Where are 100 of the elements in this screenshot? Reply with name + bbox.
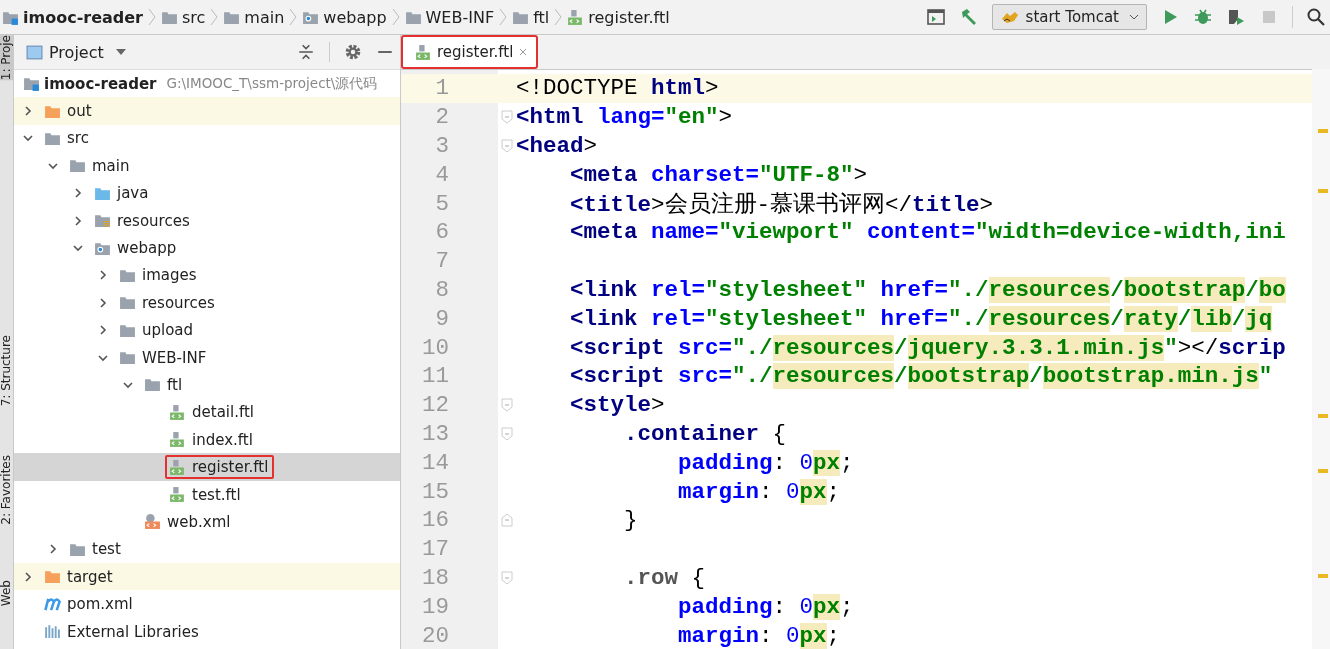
panel-title[interactable]: Project <box>49 42 104 62</box>
maven-file-icon <box>44 595 61 613</box>
code-line: <link rel="stylesheet" href="./resources/bootstrap/bo <box>569 276 1286 303</box>
folder-icon <box>119 349 136 367</box>
breadcrumb-item[interactable]: main <box>244 7 285 27</box>
search-icon[interactable] <box>1306 7 1326 27</box>
template-file-icon <box>169 458 186 476</box>
libraries-icon <box>44 623 61 640</box>
code-line: padding: 0px; <box>677 449 854 476</box>
code-line: } <box>623 507 638 534</box>
code-line: <!DOCTYPE html> <box>516 75 719 102</box>
code-line: .container { <box>623 420 787 447</box>
tree-item[interactable]: index.ftl <box>192 430 253 449</box>
line-number: 19 <box>421 593 449 620</box>
template-file-icon <box>415 43 432 61</box>
folder-icon <box>144 376 161 394</box>
tree-item[interactable]: detail.ftl <box>192 403 254 422</box>
code-line: <style> <box>569 392 665 419</box>
tree-item[interactable]: imooc-reader <box>44 74 157 93</box>
code-line: <script src="./resources/jquery.3.3.1.min.js"></scrip <box>569 334 1286 361</box>
tree-item[interactable]: target <box>67 567 113 586</box>
line-number: 20 <box>421 622 449 649</box>
breadcrumb-item[interactable]: register.ftl <box>588 7 670 27</box>
tree-item[interactable]: web.xml <box>167 512 231 531</box>
tree-item[interactable]: test <box>92 540 121 559</box>
tree-item[interactable]: test.ftl <box>192 485 241 504</box>
project-icon <box>26 43 43 61</box>
chevron-right-icon <box>499 7 508 27</box>
code-line: <html lang="en"> <box>516 104 733 131</box>
line-number: 10 <box>421 334 449 361</box>
code-line: <script src="./resources/bootstrap/bootstrap.min.js" <box>569 363 1273 390</box>
tree-item[interactable]: images <box>142 266 197 285</box>
tree-item[interactable]: ftl <box>167 376 183 394</box>
folder-icon <box>44 568 61 586</box>
template-file-icon <box>169 431 186 449</box>
code-line: <title>会员注册-慕课书评网</title> <box>569 190 994 220</box>
close-icon[interactable] <box>518 47 529 57</box>
breadcrumb-item[interactable]: imooc-reader <box>23 7 143 27</box>
line-number: 6 <box>434 219 449 246</box>
chevron-right-icon <box>289 7 298 27</box>
module-path: G:\IMOOC_T\ssm-project\源代码 <box>166 74 378 93</box>
chevron-right-icon <box>391 7 400 27</box>
breadcrumb-item[interactable]: webapp <box>323 7 387 27</box>
code-line: <link rel="stylesheet" href="./resources/raty/lib/jq <box>569 305 1273 332</box>
code-line: padding: 0px; <box>677 593 854 620</box>
resources-folder-icon <box>94 212 111 230</box>
fold-start-icon[interactable] <box>501 110 513 125</box>
code-line: <meta charset="UTF-8"> <box>569 161 868 188</box>
tree-item[interactable]: WEB-INF <box>142 348 207 367</box>
run-config-dropdown[interactable]: start Tomcat <box>991 4 1147 30</box>
tree-item[interactable]: pom.xml <box>67 595 133 614</box>
folder-icon <box>119 294 136 312</box>
template-file-icon <box>567 8 585 26</box>
chevron-right-icon <box>148 7 156 27</box>
breadcrumb-item[interactable]: ftl <box>533 7 550 27</box>
tree-item[interactable]: External Libraries <box>67 622 199 641</box>
editor-tab[interactable]: register.ftl <box>401 35 539 69</box>
code-line: margin: 0px; <box>677 478 841 505</box>
code-line: .row { <box>623 564 706 591</box>
tree-item[interactable]: upload <box>142 321 194 340</box>
line-number: 12 <box>421 392 449 419</box>
line-number: 17 <box>421 536 449 563</box>
coverage-icon[interactable] <box>1226 7 1246 27</box>
bug-icon[interactable] <box>1193 7 1213 27</box>
breadcrumb-item[interactable]: WEB-INF <box>425 7 495 27</box>
settings-icon[interactable] <box>344 43 362 61</box>
tree-item[interactable]: webapp <box>117 239 177 258</box>
line-number: 14 <box>421 449 449 476</box>
template-file-icon <box>169 403 186 421</box>
tree-item[interactable]: resources <box>142 293 215 312</box>
tree-item[interactable]: resources <box>117 211 190 230</box>
chevron-right-icon <box>554 7 563 27</box>
code-line: <head> <box>516 133 598 159</box>
fold-start-icon[interactable] <box>501 139 513 153</box>
caret-icon[interactable] <box>115 49 126 55</box>
chevron-right-icon <box>210 7 219 27</box>
terminal-icon[interactable] <box>925 7 946 27</box>
line-number: 4 <box>434 161 449 188</box>
line-number: 9 <box>434 305 449 332</box>
tree-item[interactable]: src <box>67 129 89 148</box>
line-number: 3 <box>434 133 449 159</box>
collapse-all-icon[interactable] <box>297 43 315 61</box>
fold-start-icon[interactable] <box>501 398 513 413</box>
line-number: 5 <box>434 190 449 217</box>
line-number: 18 <box>421 564 449 591</box>
line-number: 1 <box>434 75 449 102</box>
tree-item[interactable]: out <box>67 102 92 121</box>
line-number: 2 <box>434 104 449 131</box>
line-number: 8 <box>434 276 449 303</box>
tree-item[interactable]: java <box>117 184 149 203</box>
line-number: 11 <box>421 363 449 390</box>
fold-start-icon[interactable] <box>501 570 513 585</box>
fold-start-icon[interactable] <box>501 426 513 441</box>
line-number: 13 <box>421 420 449 447</box>
code-line: margin: 0px; <box>677 622 841 649</box>
tree-item[interactable]: main <box>92 156 130 175</box>
caret-icon <box>1129 14 1139 20</box>
breadcrumb-item[interactable]: src <box>182 7 206 27</box>
line-number: 16 <box>421 507 449 534</box>
line-number: 7 <box>434 248 449 275</box>
